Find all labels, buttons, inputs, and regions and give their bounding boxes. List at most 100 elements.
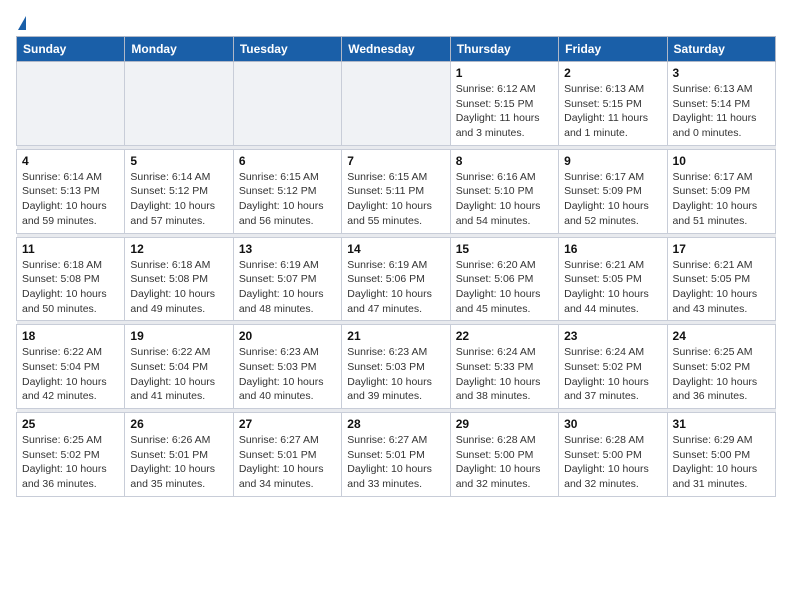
day-info: Sunrise: 6:23 AM Sunset: 5:03 PM Dayligh… xyxy=(239,345,336,404)
calendar-cell: 2Sunrise: 6:13 AM Sunset: 5:15 PM Daylig… xyxy=(559,62,667,146)
day-info: Sunrise: 6:24 AM Sunset: 5:02 PM Dayligh… xyxy=(564,345,661,404)
day-number: 14 xyxy=(347,242,444,256)
calendar-cell: 8 Sunrise: 6:16 AM Sunset: 5:10 PM Daylig… xyxy=(450,149,558,233)
calendar-cell xyxy=(233,62,341,146)
day-number: 27 xyxy=(239,417,336,431)
calendar-table: SundayMondayTuesdayWednesdayThursdayFrid… xyxy=(16,36,776,497)
day-info: Sunrise: 6:14 AM Sunset: 5:13 PM Dayligh… xyxy=(22,170,119,229)
calendar-cell xyxy=(342,62,450,146)
day-number: 29 xyxy=(456,417,553,431)
calendar-cell: 1 Sunrise: 6:12 AM Sunset: 5:15 PM Daylig… xyxy=(450,62,558,146)
day-number: 11 xyxy=(22,242,119,256)
day-number: 13 xyxy=(239,242,336,256)
calendar-header-sunday: Sunday xyxy=(17,37,125,62)
day-info: Sunrise: 6:26 AM Sunset: 5:01 PM Dayligh… xyxy=(130,433,227,492)
calendar-cell: 13 Sunrise: 6:19 AM Sunset: 5:07 PM Dayli… xyxy=(233,237,341,321)
day-number: 16 xyxy=(564,242,661,256)
day-info: Sunrise: 6:17 AM Sunset: 5:09 PM Dayligh… xyxy=(673,170,770,229)
day-info: Sunrise: 6:25 AM Sunset: 5:02 PM Dayligh… xyxy=(673,345,770,404)
day-number: 9 xyxy=(564,154,661,168)
day-info: Sunrise: 6:17 AM Sunset: 5:09 PM Dayligh… xyxy=(564,170,661,229)
calendar-header-thursday: Thursday xyxy=(450,37,558,62)
page-header xyxy=(16,16,776,28)
day-info: Sunrise: 6:29 AM Sunset: 5:00 PM Dayligh… xyxy=(673,433,770,492)
day-number: 5 xyxy=(130,154,227,168)
calendar-cell: 5 Sunrise: 6:14 AM Sunset: 5:12 PM Daylig… xyxy=(125,149,233,233)
calendar-cell: 21 Sunrise: 6:23 AM Sunset: 5:03 PM Dayli… xyxy=(342,325,450,409)
day-info: Sunrise: 6:27 AM Sunset: 5:01 PM Dayligh… xyxy=(347,433,444,492)
calendar-week-row: 1 Sunrise: 6:12 AM Sunset: 5:15 PM Daylig… xyxy=(17,62,776,146)
calendar-cell: 4Sunrise: 6:14 AM Sunset: 5:13 PM Daylig… xyxy=(17,149,125,233)
day-info: Sunrise: 6:15 AM Sunset: 5:11 PM Dayligh… xyxy=(347,170,444,229)
day-number: 20 xyxy=(239,329,336,343)
day-info: Sunrise: 6:22 AM Sunset: 5:04 PM Dayligh… xyxy=(130,345,227,404)
day-number: 18 xyxy=(22,329,119,343)
day-info: Sunrise: 6:19 AM Sunset: 5:06 PM Dayligh… xyxy=(347,258,444,317)
day-number: 24 xyxy=(673,329,770,343)
day-number: 8 xyxy=(456,154,553,168)
day-info: Sunrise: 6:28 AM Sunset: 5:00 PM Dayligh… xyxy=(564,433,661,492)
day-info: Sunrise: 6:15 AM Sunset: 5:12 PM Dayligh… xyxy=(239,170,336,229)
day-info: Sunrise: 6:21 AM Sunset: 5:05 PM Dayligh… xyxy=(673,258,770,317)
day-number: 15 xyxy=(456,242,553,256)
calendar-cell: 15 Sunrise: 6:20 AM Sunset: 5:06 PM Dayli… xyxy=(450,237,558,321)
day-info: Sunrise: 6:14 AM Sunset: 5:12 PM Dayligh… xyxy=(130,170,227,229)
day-number: 10 xyxy=(673,154,770,168)
day-number: 6 xyxy=(239,154,336,168)
calendar-week-row: 18 Sunrise: 6:22 AM Sunset: 5:04 PM Dayli… xyxy=(17,325,776,409)
calendar-cell: 19 Sunrise: 6:22 AM Sunset: 5:04 PM Dayli… xyxy=(125,325,233,409)
calendar-cell: 11 Sunrise: 6:18 AM Sunset: 5:08 PM Dayli… xyxy=(17,237,125,321)
day-info: Sunrise: 6:18 AM Sunset: 5:08 PM Dayligh… xyxy=(22,258,119,317)
day-info: Sunrise: 6:27 AM Sunset: 5:01 PM Dayligh… xyxy=(239,433,336,492)
calendar-cell: 7 Sunrise: 6:15 AM Sunset: 5:11 PM Daylig… xyxy=(342,149,450,233)
calendar-cell: 20 Sunrise: 6:23 AM Sunset: 5:03 PM Dayli… xyxy=(233,325,341,409)
calendar-cell: 9 Sunrise: 6:17 AM Sunset: 5:09 PM Daylig… xyxy=(559,149,667,233)
calendar-week-row: 11 Sunrise: 6:18 AM Sunset: 5:08 PM Dayli… xyxy=(17,237,776,321)
day-number: 12 xyxy=(130,242,227,256)
day-number: 17 xyxy=(673,242,770,256)
calendar-cell: 10 Sunrise: 6:17 AM Sunset: 5:09 PM Dayli… xyxy=(667,149,775,233)
calendar-cell: 29 Sunrise: 6:28 AM Sunset: 5:00 PM Dayli… xyxy=(450,413,558,497)
calendar-cell: 31Sunrise: 6:29 AM Sunset: 5:00 PM Dayli… xyxy=(667,413,775,497)
day-number: 19 xyxy=(130,329,227,343)
day-number: 3 xyxy=(673,66,770,80)
calendar-cell: 18 Sunrise: 6:22 AM Sunset: 5:04 PM Dayli… xyxy=(17,325,125,409)
calendar-cell: 16Sunrise: 6:21 AM Sunset: 5:05 PM Dayli… xyxy=(559,237,667,321)
day-number: 22 xyxy=(456,329,553,343)
calendar-cell xyxy=(17,62,125,146)
day-number: 30 xyxy=(564,417,661,431)
day-number: 21 xyxy=(347,329,444,343)
calendar-header-friday: Friday xyxy=(559,37,667,62)
calendar-cell: 24 Sunrise: 6:25 AM Sunset: 5:02 PM Dayli… xyxy=(667,325,775,409)
day-info: Sunrise: 6:23 AM Sunset: 5:03 PM Dayligh… xyxy=(347,345,444,404)
day-number: 28 xyxy=(347,417,444,431)
day-number: 26 xyxy=(130,417,227,431)
calendar-cell: 6 Sunrise: 6:15 AM Sunset: 5:12 PM Daylig… xyxy=(233,149,341,233)
day-info: Sunrise: 6:12 AM Sunset: 5:15 PM Dayligh… xyxy=(456,82,553,141)
day-number: 2 xyxy=(564,66,661,80)
calendar-cell: 26 Sunrise: 6:26 AM Sunset: 5:01 PM Dayli… xyxy=(125,413,233,497)
calendar-header-tuesday: Tuesday xyxy=(233,37,341,62)
day-info: Sunrise: 6:25 AM Sunset: 5:02 PM Dayligh… xyxy=(22,433,119,492)
day-info: Sunrise: 6:28 AM Sunset: 5:00 PM Dayligh… xyxy=(456,433,553,492)
calendar-header-row: SundayMondayTuesdayWednesdayThursdayFrid… xyxy=(17,37,776,62)
day-info: Sunrise: 6:16 AM Sunset: 5:10 PM Dayligh… xyxy=(456,170,553,229)
day-number: 25 xyxy=(22,417,119,431)
day-number: 1 xyxy=(456,66,553,80)
logo-triangle-icon xyxy=(18,16,26,30)
calendar-week-row: 4Sunrise: 6:14 AM Sunset: 5:13 PM Daylig… xyxy=(17,149,776,233)
calendar-cell: 17 Sunrise: 6:21 AM Sunset: 5:05 PM Dayli… xyxy=(667,237,775,321)
calendar-cell: 3 Sunrise: 6:13 AM Sunset: 5:14 PM Daylig… xyxy=(667,62,775,146)
day-info: Sunrise: 6:19 AM Sunset: 5:07 PM Dayligh… xyxy=(239,258,336,317)
day-info: Sunrise: 6:20 AM Sunset: 5:06 PM Dayligh… xyxy=(456,258,553,317)
day-info: Sunrise: 6:13 AM Sunset: 5:14 PM Dayligh… xyxy=(673,82,770,141)
calendar-header-monday: Monday xyxy=(125,37,233,62)
calendar-cell xyxy=(125,62,233,146)
calendar-cell: 28 Sunrise: 6:27 AM Sunset: 5:01 PM Dayli… xyxy=(342,413,450,497)
day-info: Sunrise: 6:22 AM Sunset: 5:04 PM Dayligh… xyxy=(22,345,119,404)
calendar-cell: 14 Sunrise: 6:19 AM Sunset: 5:06 PM Dayli… xyxy=(342,237,450,321)
calendar-cell: 27 Sunrise: 6:27 AM Sunset: 5:01 PM Dayli… xyxy=(233,413,341,497)
calendar-cell: 22Sunrise: 6:24 AM Sunset: 5:33 PM Dayli… xyxy=(450,325,558,409)
day-number: 7 xyxy=(347,154,444,168)
calendar-cell: 25 Sunrise: 6:25 AM Sunset: 5:02 PM Dayli… xyxy=(17,413,125,497)
